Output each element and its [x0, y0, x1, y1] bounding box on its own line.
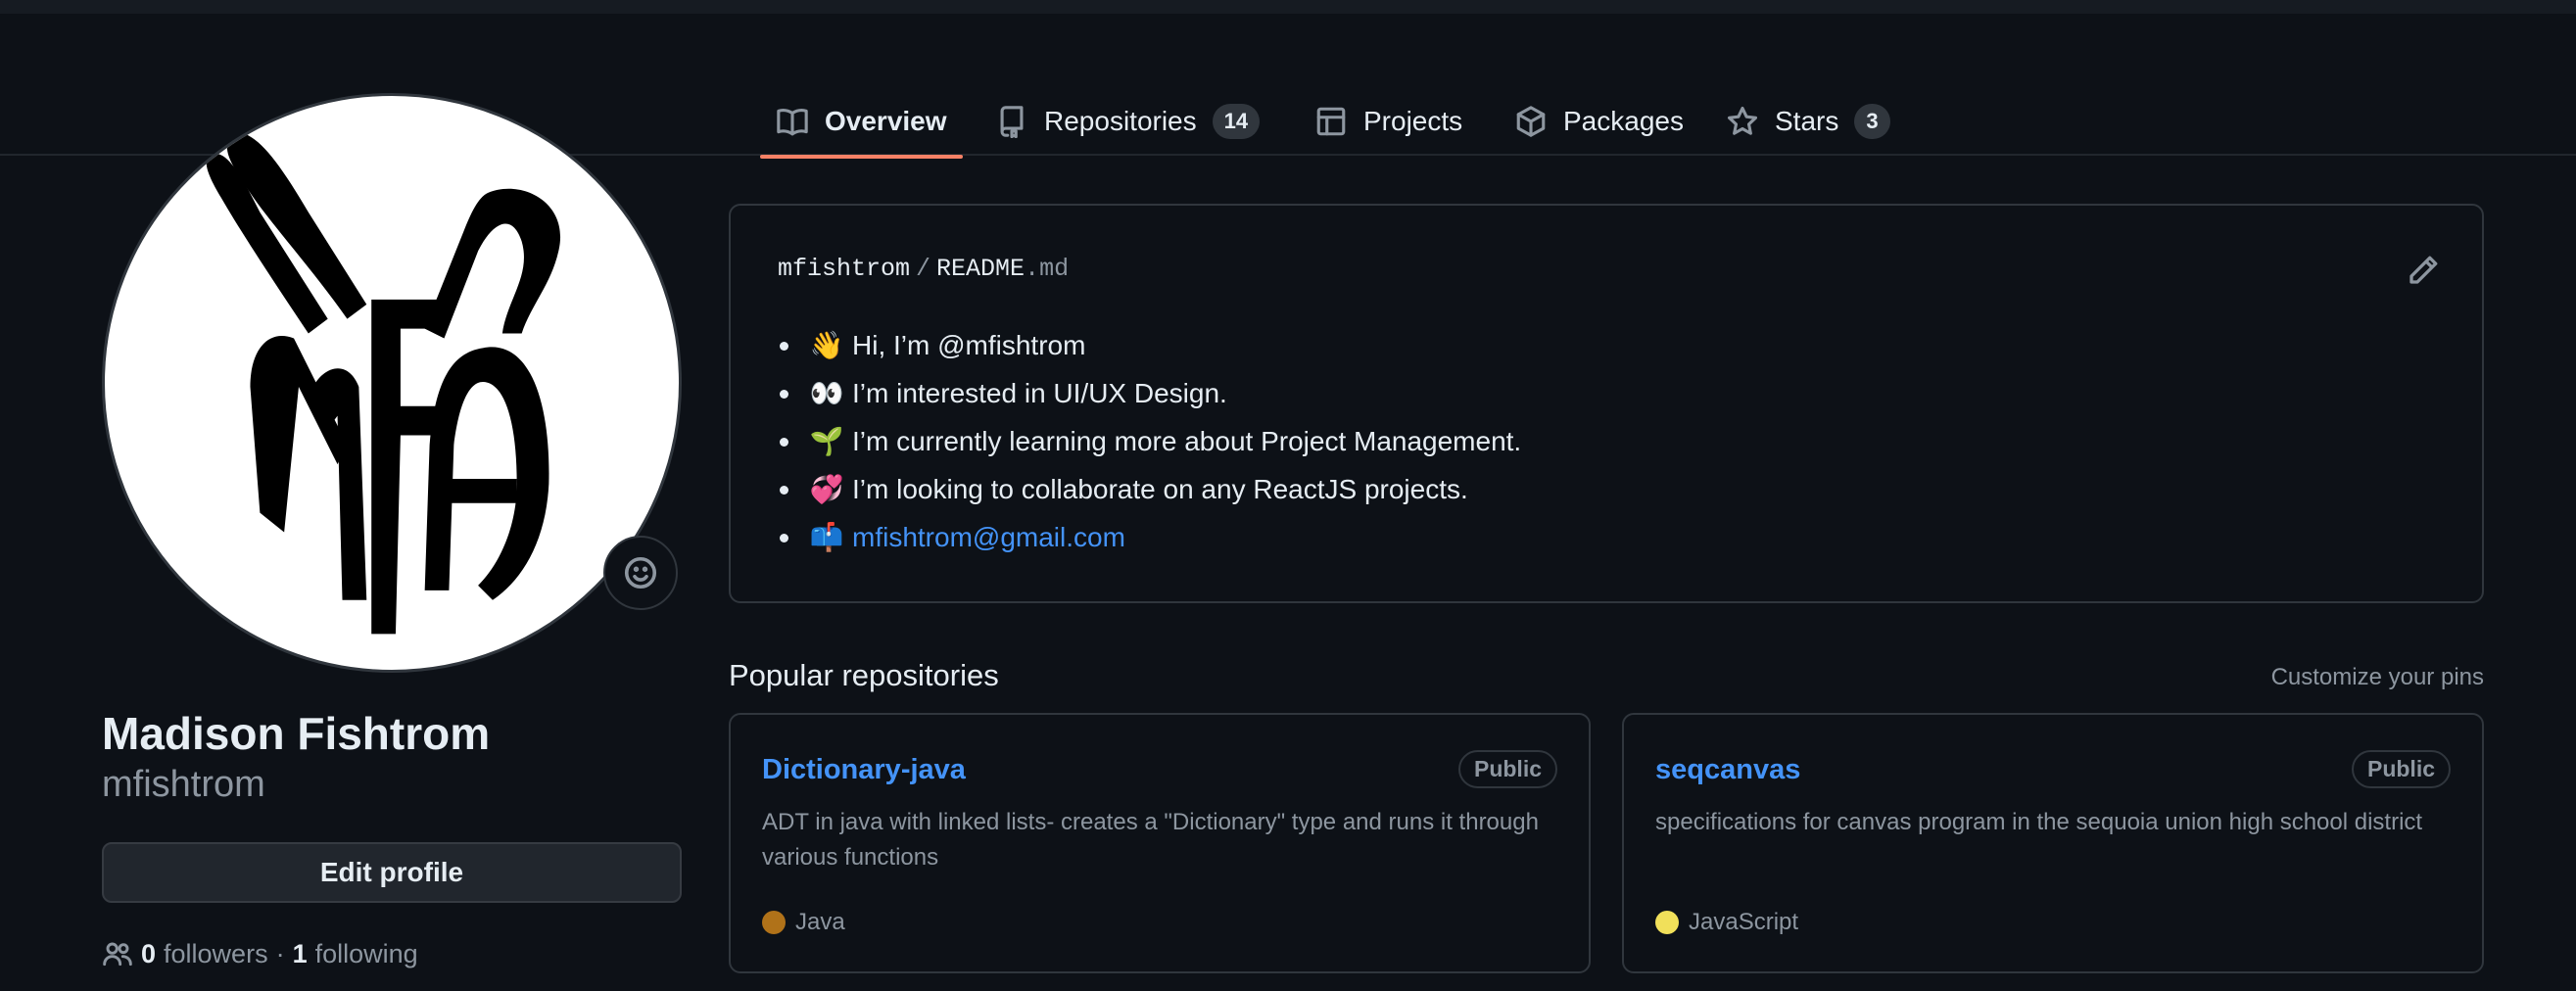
hearts-emoji: 💞️	[809, 473, 844, 505]
followers-count: 0	[141, 938, 157, 968]
follow-separator: ·	[275, 938, 285, 968]
list-item: 💞️ I’m looking to collaborate on any Reac…	[779, 465, 1521, 513]
language-label: Java	[795, 909, 845, 935]
tab-stars[interactable]: Stars 3	[1710, 88, 1906, 155]
repo-card-dictionary-java: Dictionary-java Public ADT in java with …	[729, 713, 1591, 973]
tab-label: Overview	[825, 106, 947, 136]
repo-description: specifications for canvas program in the…	[1655, 809, 2423, 835]
language-color-dot	[762, 911, 786, 934]
avatar-container	[102, 93, 682, 673]
repo-name-link[interactable]: Dictionary-java	[762, 754, 966, 786]
following-link[interactable]: 1 following	[293, 939, 418, 969]
language-color-dot	[1655, 911, 1679, 934]
smiley-icon	[624, 556, 657, 590]
following-label: following	[314, 938, 418, 968]
readme-owner[interactable]: mfishtrom	[778, 255, 910, 283]
repo-description: ADT in java with linked lists- creates a…	[762, 809, 1539, 871]
popular-repositories-heading: Popular repositories	[729, 658, 999, 692]
repo-language: JavaScript	[1655, 909, 1798, 936]
tab-projects[interactable]: Projects	[1299, 88, 1478, 155]
tab-label: Packages	[1563, 106, 1684, 136]
readme-item-text: I’m interested in UI/UX Design.	[852, 378, 1227, 408]
repo-name-link[interactable]: seqcanvas	[1655, 754, 1800, 786]
top-header-bar	[0, 0, 2576, 14]
list-item: 📫 mfishtrom@gmail.com	[779, 513, 1521, 561]
people-icon	[103, 942, 132, 967]
book-icon	[777, 108, 808, 136]
star-icon	[1727, 106, 1758, 135]
followers-link[interactable]: 0 followers	[141, 939, 268, 969]
edit-readme-button[interactable]	[2406, 253, 2441, 288]
table-icon	[1316, 107, 1346, 136]
avatar[interactable]	[102, 93, 682, 673]
tab-label: Stars	[1775, 106, 1839, 136]
readme-item-text: I’m looking to collaborate on any ReactJ…	[852, 474, 1468, 504]
profile-username: mfishtrom	[102, 764, 265, 805]
tab-repositories[interactable]: Repositories 14	[979, 88, 1275, 155]
tab-label: Projects	[1363, 106, 1463, 136]
stars-count-badge: 3	[1854, 104, 1890, 139]
repo-language: Java	[762, 909, 845, 936]
readme-card: mfishtrom / README.md 👋 Hi, I’m @mfishtrom …	[729, 204, 2484, 603]
readme-list: 👋 Hi, I’m @mfishtrom 👀 I’m interested in U…	[779, 321, 1522, 561]
package-icon	[1516, 106, 1546, 137]
readme-file-ext: .md	[1025, 255, 1070, 283]
following-count: 1	[292, 938, 308, 968]
set-status-button[interactable]	[603, 536, 678, 610]
list-item: 🌱 I’m currently learning more about Proje…	[779, 417, 1522, 465]
tab-overview[interactable]: Overview	[760, 88, 963, 159]
followers-label: followers	[164, 938, 268, 968]
repo-card-seqcanvas: seqcanvas Public specifications for canv…	[1622, 713, 2484, 973]
readme-item-text: Hi, I’m @mfishtrom	[852, 330, 1086, 360]
mailbox-emoji: 📫	[809, 521, 844, 553]
visibility-badge: Public	[1457, 750, 1557, 788]
profile-full-name: Madison Fishtrom	[102, 708, 491, 759]
edit-profile-button[interactable]: Edit profile	[102, 842, 682, 903]
tab-packages[interactable]: Packages	[1499, 88, 1699, 155]
list-item: 👋 Hi, I’m @mfishtrom	[779, 321, 1521, 369]
list-item: 👀 I’m interested in UI/UX Design.	[779, 369, 1521, 417]
avatar-monogram-logo	[206, 132, 561, 635]
customize-pins-link[interactable]: Customize your pins	[2271, 664, 2484, 691]
readme-item-text: I’m currently learning more about Projec…	[852, 426, 1522, 456]
readme-path: mfishtrom / README.md	[778, 255, 1069, 283]
follow-stats: 0 followers · 1 following	[102, 938, 418, 969]
language-label: JavaScript	[1689, 909, 1799, 935]
tab-label: Repositories	[1044, 106, 1197, 136]
repo-icon	[1000, 106, 1024, 138]
readme-file[interactable]: README	[936, 255, 1025, 283]
eyes-emoji: 👀	[809, 377, 844, 409]
email-link[interactable]: mfishtrom@gmail.com	[852, 513, 1125, 561]
waving-hand-emoji: 👋	[809, 329, 844, 361]
pencil-icon	[2409, 256, 2438, 284]
visibility-badge: Public	[2351, 750, 2451, 788]
repositories-count-badge: 14	[1212, 104, 1261, 139]
seedling-emoji: 🌱	[809, 425, 844, 457]
readme-path-separator: /	[916, 255, 931, 283]
